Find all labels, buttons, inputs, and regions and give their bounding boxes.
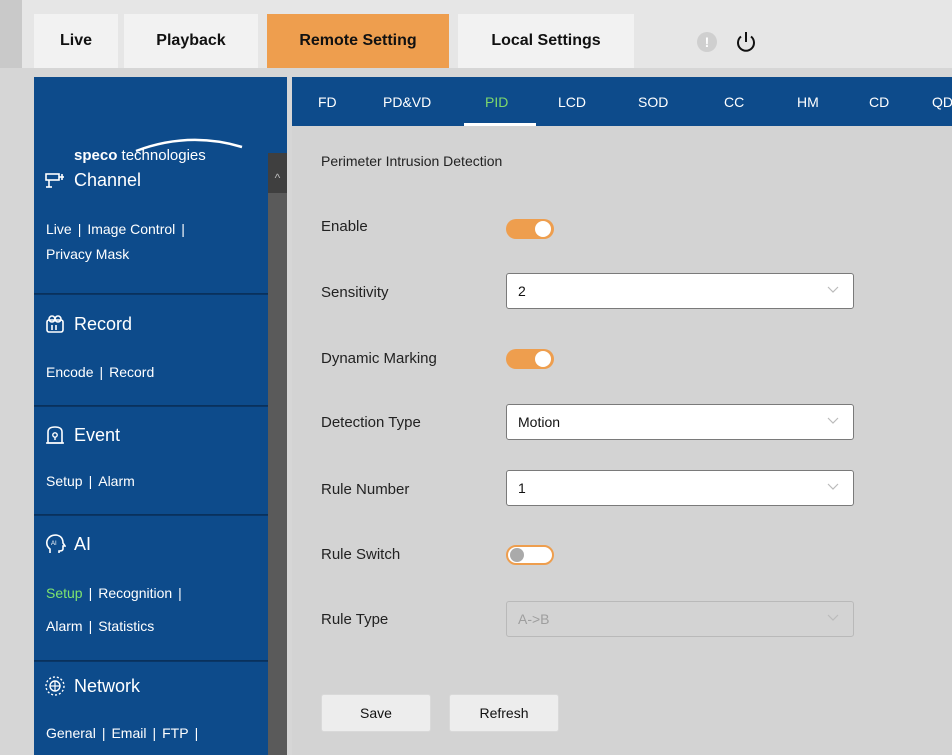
divider xyxy=(34,514,268,516)
sidebar-section-channel[interactable]: Channel xyxy=(44,169,141,191)
enable-label: Enable xyxy=(321,218,368,235)
tab-local-settings[interactable]: Local Settings xyxy=(458,14,634,68)
sidebar: speco technologies Channel Live | Image Co… xyxy=(34,77,268,755)
network-globe-icon xyxy=(45,676,65,696)
rule-type-label: Rule Type xyxy=(321,611,389,628)
chevron-down-icon xyxy=(827,286,839,293)
chevron-down-icon xyxy=(827,483,839,490)
sidebar-link-ai-alarm[interactable]: Alarm xyxy=(46,618,83,634)
rule-type-value: A->B xyxy=(518,611,550,627)
subtab-fd[interactable]: FD xyxy=(318,94,337,110)
sidebar-link-encode[interactable]: Encode xyxy=(46,364,93,380)
ai-links: Setup | Recognition | Alarm | Statistics xyxy=(46,585,182,634)
camera-icon xyxy=(45,173,64,188)
sidebar-section-ai[interactable]: AI AI xyxy=(44,533,91,555)
sidebar-link-ai-setup[interactable]: Setup xyxy=(46,585,83,601)
alert-icon[interactable]: ! xyxy=(697,32,717,52)
subtab-lcd[interactable]: LCD xyxy=(558,94,586,110)
sidebar-scrollbar[interactable] xyxy=(268,153,287,755)
rule-switch-toggle[interactable] xyxy=(506,545,554,565)
sidebar-section-title: Record xyxy=(74,313,133,334)
rule-number-select[interactable]: 1 xyxy=(506,470,854,506)
record-links: Encode | Record xyxy=(46,364,155,380)
sidebar-section-title: Event xyxy=(74,424,121,445)
logo-text: speco technologies xyxy=(74,147,206,164)
subtab-pd-vd[interactable]: PD&VD xyxy=(383,94,431,110)
sidebar-link-record[interactable]: Record xyxy=(109,364,154,380)
sidebar-section-event[interactable]: Event xyxy=(44,424,120,446)
subtab-cc[interactable]: CC xyxy=(724,94,744,110)
chevron-down-icon xyxy=(827,614,839,621)
ai-subtab-bar: FD PD&VD PID LCD SOD CC HM CD QD xyxy=(292,77,952,126)
top-bar-edge xyxy=(0,0,22,68)
subtab-cd[interactable]: CD xyxy=(869,94,889,110)
tab-playback[interactable]: Playback xyxy=(124,14,258,68)
detection-type-select[interactable]: Motion xyxy=(506,404,854,440)
divider xyxy=(34,660,268,662)
sidebar-link-recognition[interactable]: Recognition xyxy=(98,585,172,601)
power-icon[interactable] xyxy=(733,29,759,55)
detection-type-value: Motion xyxy=(518,414,561,430)
rule-type-select: A->B xyxy=(506,601,854,637)
alarm-bell-icon xyxy=(46,426,64,444)
dynamic-marking-label: Dynamic Marking xyxy=(321,350,437,367)
content-panel: FD PD&VD PID LCD SOD CC HM CD QD Perimet… xyxy=(292,77,952,755)
sidebar-section-title: Network xyxy=(74,675,141,696)
sidebar-link-ftp[interactable]: FTP xyxy=(162,725,188,741)
network-links: General | Email | FTP | xyxy=(46,725,199,741)
sidebar-link-general[interactable]: General xyxy=(46,725,96,741)
detection-type-label: Detection Type xyxy=(321,414,421,431)
refresh-button[interactable]: Refresh xyxy=(449,694,559,732)
sensitivity-select[interactable]: 2 xyxy=(506,273,854,309)
record-icon xyxy=(46,315,64,333)
sidebar-section-network[interactable]: Network xyxy=(44,675,140,697)
ai-head-icon: AI xyxy=(46,534,66,553)
sidebar-link-privacy-mask[interactable]: Privacy Mask xyxy=(46,246,129,262)
tab-remote-setting[interactable]: Remote Setting xyxy=(267,14,449,68)
sidebar-section-title: Channel xyxy=(74,169,142,190)
sensitivity-label: Sensitivity xyxy=(321,284,389,301)
enable-toggle[interactable] xyxy=(506,219,554,239)
sensitivity-value: 2 xyxy=(518,283,526,299)
sidebar-link-image-control[interactable]: Image Control xyxy=(87,221,175,237)
divider xyxy=(34,405,268,407)
sidebar-section-record[interactable]: Record xyxy=(44,313,132,335)
sidebar-link-email[interactable]: Email xyxy=(111,725,146,741)
subtab-qd[interactable]: QD xyxy=(932,94,952,110)
save-button[interactable]: Save xyxy=(321,694,431,732)
sidebar-section-title: AI xyxy=(74,533,92,554)
channel-links: Live | Image Control | Privacy Mask xyxy=(46,221,185,262)
sidebar-top-fill xyxy=(268,77,287,153)
tab-live[interactable]: Live xyxy=(34,14,118,68)
sidebar-link-alarm[interactable]: Alarm xyxy=(98,473,135,489)
svg-text:AI: AI xyxy=(51,541,57,547)
dynamic-marking-toggle[interactable] xyxy=(506,349,554,369)
section-title: Perimeter Intrusion Detection xyxy=(321,153,503,169)
top-navigation-bar: Live Playback Remote Setting Local Setti… xyxy=(0,0,952,68)
rule-number-label: Rule Number xyxy=(321,481,410,498)
sidebar-link-setup[interactable]: Setup xyxy=(46,473,83,489)
active-subtab-indicator xyxy=(464,123,536,126)
chevron-down-icon xyxy=(827,417,839,424)
subtab-hm[interactable]: HM xyxy=(797,94,819,110)
subtab-sod[interactable]: SOD xyxy=(638,94,668,110)
event-links: Setup | Alarm xyxy=(46,473,135,489)
scroll-up-arrow-icon[interactable]: ^ xyxy=(268,153,287,193)
subtab-pid[interactable]: PID xyxy=(485,94,508,110)
sidebar-link-statistics[interactable]: Statistics xyxy=(98,618,154,634)
speco-logo: speco technologies xyxy=(74,137,243,167)
sidebar-link-live[interactable]: Live xyxy=(46,221,72,237)
divider xyxy=(34,293,268,295)
rule-number-value: 1 xyxy=(518,480,526,496)
rule-switch-label: Rule Switch xyxy=(321,546,401,563)
